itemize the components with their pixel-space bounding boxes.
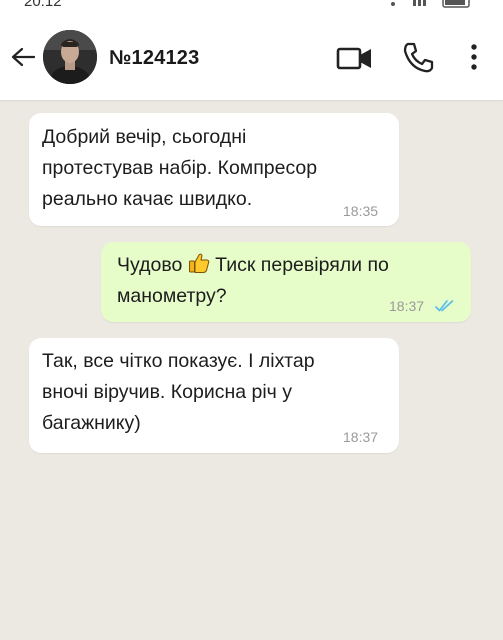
video-camera-icon[interactable] [335,42,375,74]
double-check-icon [435,300,454,312]
chat-screen: 20:12 №124123 Добрий вечір, сьогодні про… [0,0,503,640]
message-text: Добрий вечір, сьогодні протестував набір… [42,126,318,210]
message-bubble-incoming[interactable]: Так, все чітко показує. І ліхтар вночі в… [29,338,399,453]
wifi-icon [391,2,395,6]
status-icons [391,0,470,8]
arrow-left-icon[interactable] [8,42,38,72]
message-text: Так, все чітко показує. І ліхтар вночі в… [42,350,315,434]
message-time: 18:37 [389,298,425,314]
thumbs-up-icon [188,253,210,273]
message-time: 18:37 [343,429,379,445]
message-bubble-incoming[interactable]: Добрий вечір, сьогодні протестував набір… [29,113,399,226]
message-bubble-outgoing[interactable]: Чудово Тиск перевіряли по манометру? 18:… [101,242,471,322]
battery-icon [442,0,470,8]
message-time: 18:35 [343,203,379,219]
contact-name[interactable]: №124123 [109,47,199,70]
phone-icon[interactable] [398,40,438,76]
message-text-part: Чудово [117,254,183,276]
avatar-photo [43,30,97,84]
avatar[interactable] [43,30,97,84]
chat-header: №124123 [0,16,503,100]
more-vertical-icon[interactable] [462,40,486,76]
status-bar: 20:12 [0,0,503,16]
status-time: 20:12 [24,0,62,10]
signal-icon [413,0,426,6]
